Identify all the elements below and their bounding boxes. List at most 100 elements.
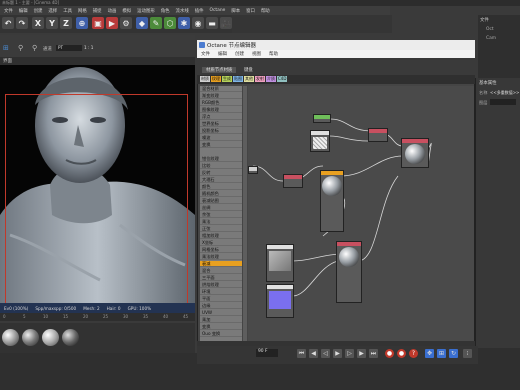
tab-material-nodes[interactable]: 材质节点材质 [202,67,237,73]
tag-c4d[interactable]: C4D [277,76,288,82]
go-end-icon[interactable]: ⏭ [369,349,378,358]
y-axis-button[interactable]: Y [46,17,58,29]
list-item[interactable]: 余弦 [200,212,242,218]
menu-item-plugins[interactable]: 插件 [195,8,204,14]
camera-icon[interactable]: 🎥 [220,17,232,29]
list-item[interactable]: 三平面 [200,275,242,281]
list-item[interactable]: 颜色 [200,184,242,190]
prev-key-icon[interactable]: ◀ [309,349,318,358]
tag-material[interactable]: 材质 [200,76,210,82]
menu-item-simulate[interactable]: 模拟 [122,8,131,14]
menu-item-mesh[interactable]: 网格 [78,8,87,14]
list-item[interactable]: 世界坐标 [200,121,242,127]
list-item[interactable]: Ouo 变换 [200,331,242,337]
object-item-camera[interactable]: Cam [486,36,496,41]
node-image-texture[interactable] [266,244,294,282]
node-material-top[interactable] [401,138,429,168]
list-item[interactable]: X坐标 [200,240,242,246]
list-item[interactable]: 变换 [200,142,242,148]
list-item[interactable]: 正弦 [200,226,242,232]
list-item[interactable]: 混合材质 [200,86,242,92]
octane-menu-edit[interactable]: 编辑 [218,51,227,57]
world-coord-icon[interactable]: ⊕ [76,17,88,29]
node-input-left[interactable] [248,166,258,174]
menu-item-mograph[interactable]: 运动图形 [137,8,155,14]
x-axis-button[interactable]: X [32,17,44,29]
material-ball[interactable] [42,329,59,346]
object-manager-title[interactable]: 文件 [480,17,489,23]
list-item[interactable]: 浮点 [200,114,242,120]
cube-icon[interactable]: ◆ [136,17,148,29]
scale-key-icon[interactable]: ⊞ [437,349,446,358]
node-material-main[interactable] [320,170,344,232]
attr-layer-field[interactable] [490,99,516,105]
next-frame-icon[interactable]: ▷ [345,349,354,358]
tag-other[interactable]: 其他 [244,76,254,82]
list-item[interactable]: 烘焙纹理 [200,282,242,288]
play-icon[interactable]: ▶ [333,349,342,358]
list-item[interactable]: RGB颜色 [200,100,242,106]
list-item[interactable]: 钳位纹理 [200,156,242,162]
menu-item-character[interactable]: 角色 [161,8,170,14]
menu-item-snap[interactable]: 捕捉 [93,8,102,14]
list-item[interactable]: 平面 [200,296,242,302]
menu-item-tools[interactable]: 工具 [63,8,72,14]
node-normal-map[interactable] [266,284,294,318]
attr-name-value[interactable]: <<多重数值>> [490,90,519,96]
floor-icon[interactable]: ▬ [206,17,218,29]
tag-texture[interactable]: 纹理 [211,76,221,82]
list-item[interactable]: 环境 [200,289,242,295]
tag-emission[interactable]: 发射 [255,76,265,82]
menu-item-window[interactable]: 窗口 [246,8,255,14]
list-item[interactable]: 随机颜色 [200,191,242,197]
octane-menu-create[interactable]: 创建 [235,51,244,57]
list-item[interactable]: 混合 [200,268,242,274]
menu-item-edit[interactable]: 编辑 [19,8,28,14]
material-ball[interactable] [22,329,39,346]
render-picture-icon[interactable]: ▶ [106,17,118,29]
node-material-bottom[interactable] [336,241,362,303]
frame-field[interactable]: 90 F [256,349,278,357]
list-item[interactable]: 乘加 [200,317,242,323]
list-item[interactable]: 大理石 [200,177,242,183]
list-item[interactable]: 丝绸 [200,205,242,211]
node-graph-canvas[interactable] [248,86,474,341]
octane-menu-view[interactable]: 视图 [252,51,261,57]
list-item[interactable]: 图像纹理 [200,107,242,113]
menu-item-animate[interactable]: 动画 [108,8,117,14]
deformer-icon[interactable]: ◉ [192,17,204,29]
redo-icon[interactable]: ↷ [16,17,28,29]
list-item[interactable]: 比较 [200,163,242,169]
list-item[interactable]: 相加纹理 [200,233,242,239]
node-transform[interactable] [283,174,303,188]
menu-item-octane[interactable]: Octane [210,8,226,13]
prev-frame-icon[interactable]: ◁ [321,349,330,358]
node-mix[interactable] [368,128,388,142]
list-item[interactable]: 网格坐标 [200,247,242,253]
material-ball[interactable] [2,329,19,346]
list-item[interactable]: 边缘 [200,303,242,309]
unit-select[interactable]: PT [56,45,82,51]
generator-icon[interactable]: ✱ [178,17,190,29]
subdivision-icon[interactable]: ⬡ [164,17,176,29]
tag-generator[interactable]: 生成 [222,76,232,82]
node-list-scrollbar[interactable] [243,86,247,341]
next-key-icon[interactable]: ▶ [357,349,366,358]
object-item-octane[interactable]: Oct [486,27,494,32]
undo-icon[interactable]: ↶ [2,17,14,29]
auto-key-icon[interactable]: ● [397,349,406,358]
list-item[interactable]: 变换 [200,324,242,330]
list-item[interactable]: 衰减贴图 [200,198,242,204]
pin-icon[interactable]: ⚲ [18,44,23,52]
octane-menu-file[interactable]: 文件 [201,51,210,57]
move-tool-icon[interactable]: ⊞ [3,44,9,52]
render-settings-icon[interactable]: ⚙ [120,17,132,29]
node-noise-texture[interactable] [310,130,330,152]
list-item[interactable]: 乘法 [200,219,242,225]
record-icon[interactable]: ● [385,349,394,358]
list-item-selected[interactable]: 衰减 [200,261,242,267]
octane-title-bar[interactable]: Octane 节点编辑器 [197,40,475,50]
grid-icon[interactable]: ⁝ [463,349,472,358]
timeline-ruler[interactable]: 0 5 10 15 20 25 30 35 40 45 [0,313,195,321]
lock-icon[interactable]: ⚲ [32,44,37,52]
